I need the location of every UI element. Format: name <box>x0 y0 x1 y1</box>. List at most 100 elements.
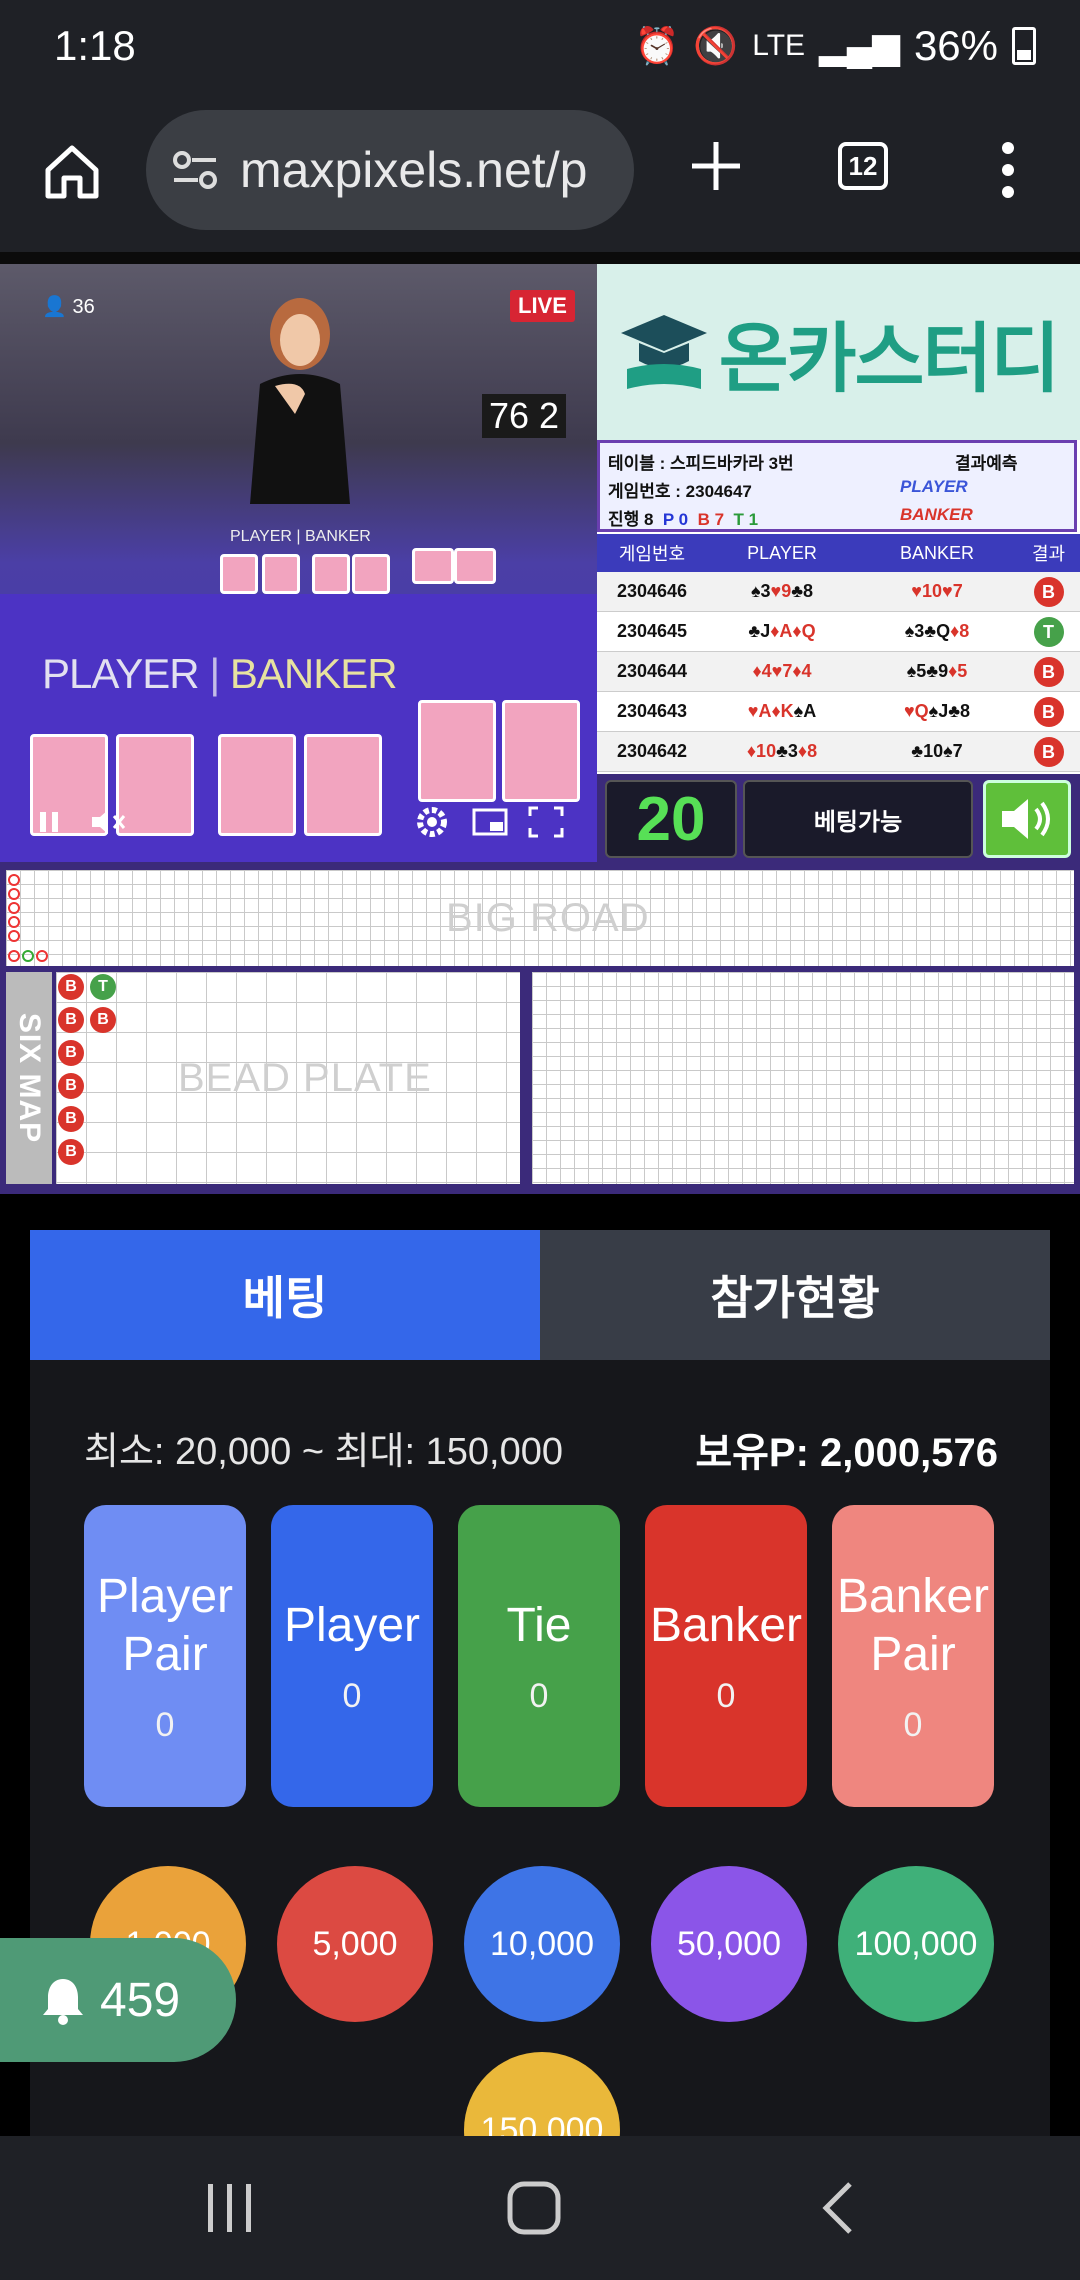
derived-roads-grid <box>532 972 1074 1184</box>
banker-pair-bet-button[interactable]: Banker Pair 0 <box>832 1505 994 1807</box>
back-icon[interactable] <box>808 2176 872 2240</box>
bet-label: Player <box>283 1598 421 1652</box>
bet-amount: 0 <box>716 1676 736 1715</box>
history-banker-cards: ♠5♣9♦5 <box>906 661 968 681</box>
bell-icon <box>43 1979 83 2025</box>
chip-button[interactable]: 100,000 <box>838 1866 994 2022</box>
history-result: B <box>1017 576 1080 607</box>
logo-text: 온카스터디 <box>718 317 1061 402</box>
betting-tabs: 베팅 참가현황 <box>30 1230 1050 1360</box>
fullscreen-icon[interactable] <box>526 804 566 840</box>
status-bar: 1:18 ⏰ 🔇 LTE ▂▄▆ 36% <box>0 0 1080 100</box>
player-bet-button[interactable]: Player 0 <box>271 1505 433 1807</box>
tie-bet-button[interactable]: Tie 0 <box>458 1505 620 1807</box>
player-pair-bet-button[interactable]: Player Pair 0 <box>84 1505 246 1807</box>
status-icons: ⏰ 🔇 LTE ▂▄▆ 36% <box>635 22 1036 70</box>
network-label: LTE <box>752 29 806 62</box>
result-history-table: 게임번호 PLAYER BANKER 결과 2304646 ♠3♥9♣8 ♥10♥7… <box>597 534 1080 774</box>
road-mark <box>8 902 20 914</box>
bet-amount: 0 <box>342 1676 362 1715</box>
live-badge: LIVE <box>510 290 575 322</box>
betting-status: 베팅가능 <box>743 780 973 858</box>
url-text: maxpixels.net/p <box>240 142 588 198</box>
history-banker-cards: ♥10♥7 <box>911 581 963 601</box>
history-game-no: 2304644 <box>616 661 688 681</box>
notification-button[interactable]: 459 <box>0 1938 236 2062</box>
result-badge: B <box>1033 656 1064 687</box>
chip-button[interactable]: 50,000 <box>651 1866 807 2022</box>
home-nav-icon[interactable] <box>502 2176 566 2240</box>
signal-icon: ▂▄▆ <box>819 25 900 66</box>
bead: B <box>58 1073 84 1099</box>
bead: B <box>58 1007 84 1033</box>
prediction-player: PLAYER <box>900 477 968 496</box>
bet-label: Tie <box>506 1598 572 1652</box>
history-row: 2304645 ♣J♦A♦Q ♠3♣Q♦8 T <box>597 612 1080 652</box>
bet-label: Banker Pair <box>836 1569 990 1681</box>
bead: T <box>90 974 116 1000</box>
prediction-label: 결과예측 <box>955 454 1018 473</box>
site-logo: 온카스터디 <box>597 264 1080 440</box>
history-banker-cards: ♥Q♠J♣8 <box>903 701 971 721</box>
browser-toolbar: maxpixels.net/p 12 <box>0 100 1080 252</box>
settings-icon[interactable] <box>412 804 452 840</box>
notification-count: 459 <box>100 1973 181 2027</box>
viewer-count: 👤 36 <box>42 296 95 318</box>
new-tab-icon[interactable] <box>686 136 746 196</box>
col-header: 게임번호 <box>618 544 686 564</box>
history-game-no: 2304645 <box>616 621 688 641</box>
history-header: 게임번호 PLAYER BANKER 결과 <box>597 534 1080 572</box>
big-road-label: BIG ROAD <box>446 896 650 940</box>
history-row: 2304642 ♦10♣3♦8 ♣10♠7 B <box>597 732 1080 772</box>
history-player-cards: ♣J♦A♦Q <box>748 621 816 641</box>
result-badge: B <box>1033 696 1064 727</box>
home-icon[interactable] <box>40 140 104 204</box>
tab-participation[interactable]: 참가현황 <box>540 1230 1050 1360</box>
history-player-cards: ♦10♣3♦8 <box>746 741 818 761</box>
system-nav-bar <box>0 2136 1080 2280</box>
pause-icon[interactable] <box>34 804 64 840</box>
col-header: PLAYER <box>747 542 817 563</box>
road-mark <box>8 950 20 962</box>
sound-toggle-button[interactable] <box>983 780 1071 858</box>
history-player-cards: ♥A♦K♠A <box>747 701 817 721</box>
bead: B <box>58 1040 84 1066</box>
picture-in-picture-icon[interactable] <box>470 804 510 840</box>
table-info-panel: 테이블 : 스피드바카라 3번 결과예측 게임번호 : 2304647 PLAY… <box>597 440 1077 532</box>
history-row: 2304643 ♥A♦K♠A ♥Q♠J♣8 B <box>597 692 1080 732</box>
recent-apps-icon[interactable] <box>198 2176 262 2240</box>
bet-label: Player Pair <box>96 1569 234 1681</box>
road-mark <box>36 950 48 962</box>
chip-button[interactable]: 150,000 <box>464 2052 620 2136</box>
history-result: T <box>1017 616 1080 647</box>
tab-betting[interactable]: 베팅 <box>30 1230 540 1360</box>
bead-plate-label: BEAD PLATE <box>178 1056 432 1100</box>
history-game-no: 2304642 <box>616 741 688 761</box>
card <box>352 554 390 594</box>
history-banker-cards: ♣10♠7 <box>911 741 963 761</box>
chip-button[interactable]: 5,000 <box>277 1866 433 2022</box>
history-result: B <box>1017 656 1080 687</box>
dealer-figure <box>250 298 350 504</box>
volume-mute-icon[interactable] <box>88 804 128 840</box>
banker-bet-button[interactable]: Banker 0 <box>645 1505 807 1807</box>
road-mark <box>22 950 34 962</box>
history-result: B <box>1017 696 1080 727</box>
tab-switcher-button[interactable]: 12 <box>838 142 888 190</box>
more-menu-icon[interactable] <box>1000 140 1016 200</box>
alarm-icon: ⏰ <box>634 25 680 66</box>
site-settings-icon[interactable] <box>168 143 222 197</box>
url-bar[interactable]: maxpixels.net/p <box>146 110 634 230</box>
prediction-banker: BANKER <box>900 505 973 524</box>
chip-button[interactable]: 10,000 <box>464 1866 620 2022</box>
history-banker-cards: ♠3♣Q♦8 <box>904 621 970 641</box>
speaker-icon <box>1002 799 1050 839</box>
battery-percent: 36% <box>913 22 998 69</box>
bet-amount: 0 <box>529 1676 549 1715</box>
game-number: 게임번호 : 2304647 <box>608 482 752 501</box>
col-header: BANKER <box>899 542 975 563</box>
bet-amount: 0 <box>903 1705 923 1744</box>
status-time: 1:18 <box>54 22 136 69</box>
mute-icon: 🔇 <box>693 25 739 66</box>
live-video[interactable]: 👤 36 LIVE 76 2 PLAYER | BANKER PLAYER | … <box>0 264 597 862</box>
